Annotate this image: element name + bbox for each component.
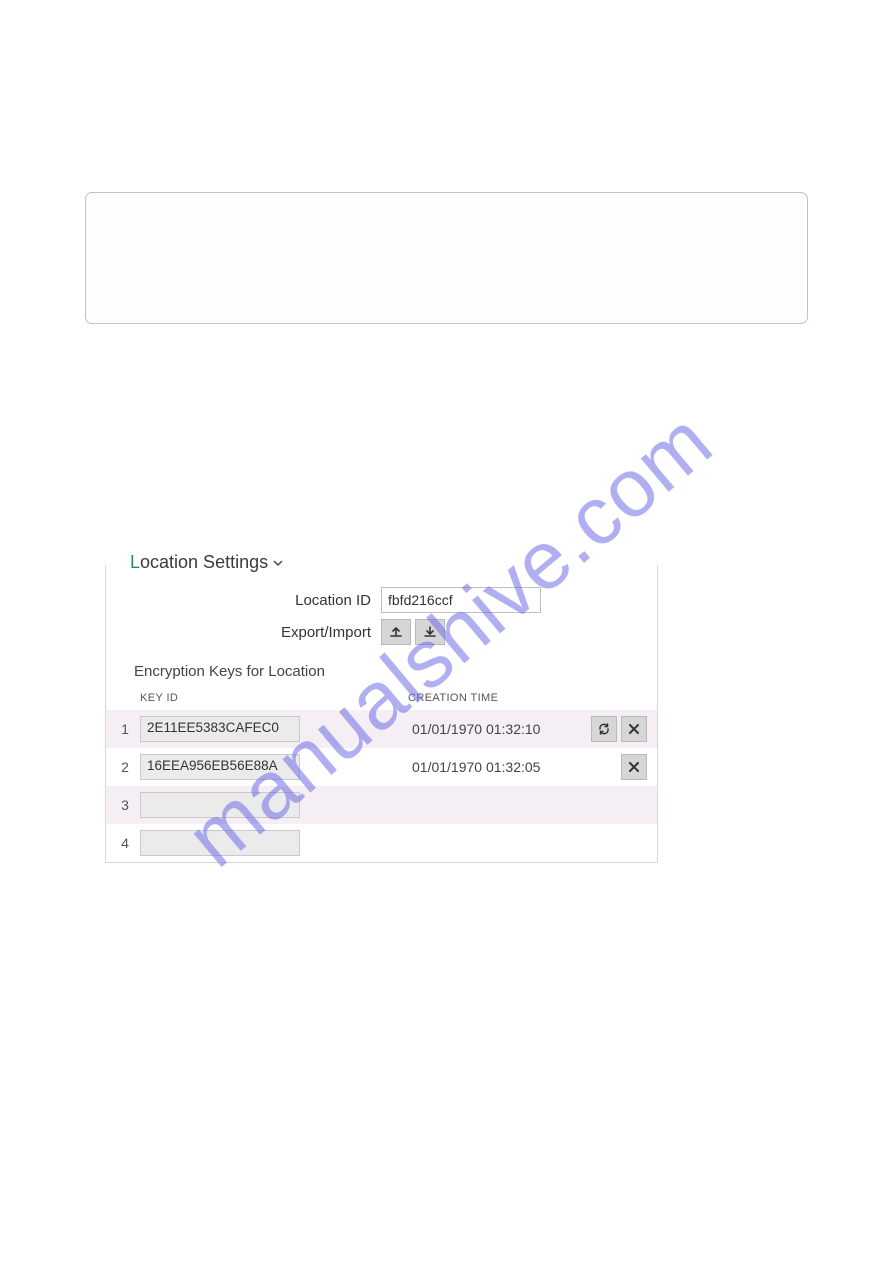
encryption-keys-title: Encryption Keys for Location [134, 663, 657, 680]
location-id-label: Location ID [106, 592, 381, 609]
table-row: 3 [106, 786, 657, 824]
header-key-id: KEY ID [140, 692, 408, 704]
location-id-row: Location ID [106, 587, 657, 613]
panel-title-rest: ocation Settings [140, 552, 268, 572]
delete-button[interactable] [621, 754, 647, 780]
key-id-cell[interactable] [140, 830, 300, 856]
close-icon [628, 723, 640, 735]
download-icon [423, 625, 437, 639]
row-actions [582, 754, 657, 780]
row-index: 3 [114, 797, 136, 813]
refresh-icon [597, 722, 611, 736]
key-id-cell[interactable] [140, 792, 300, 818]
row-index: 2 [114, 759, 136, 775]
panel-title-first-letter: L [130, 552, 140, 572]
location-id-input[interactable] [381, 587, 541, 613]
key-id-cell[interactable]: 2E11EE5383CAFEC0 [140, 716, 300, 742]
row-index: 4 [114, 835, 136, 851]
export-import-label: Export/Import [106, 624, 381, 641]
close-icon [628, 761, 640, 773]
table-row: 1 2E11EE5383CAFEC0 01/01/1970 01:32:10 [106, 710, 657, 748]
refresh-button[interactable] [591, 716, 617, 742]
creation-time-cell: 01/01/1970 01:32:05 [412, 759, 582, 775]
delete-button[interactable] [621, 716, 647, 742]
location-settings-panel: Location Settings Location ID Export/Imp… [105, 565, 658, 863]
chevron-down-icon [272, 557, 284, 569]
table-header: KEY ID CREATION TIME [106, 686, 657, 710]
key-id-cell[interactable]: 16EEA956EB56E88A [140, 754, 300, 780]
row-actions [582, 716, 657, 742]
creation-time-cell: 01/01/1970 01:32:10 [412, 721, 582, 737]
row-index: 1 [114, 721, 136, 737]
panel-title[interactable]: Location Settings [124, 552, 290, 573]
import-button[interactable] [415, 619, 445, 645]
table-row: 4 [106, 824, 657, 862]
export-import-row: Export/Import [106, 619, 657, 645]
export-button[interactable] [381, 619, 411, 645]
blank-box [85, 192, 808, 324]
upload-icon [389, 625, 403, 639]
header-creation-time: CREATION TIME [408, 692, 657, 704]
table-row: 2 16EEA956EB56E88A 01/01/1970 01:32:05 [106, 748, 657, 786]
